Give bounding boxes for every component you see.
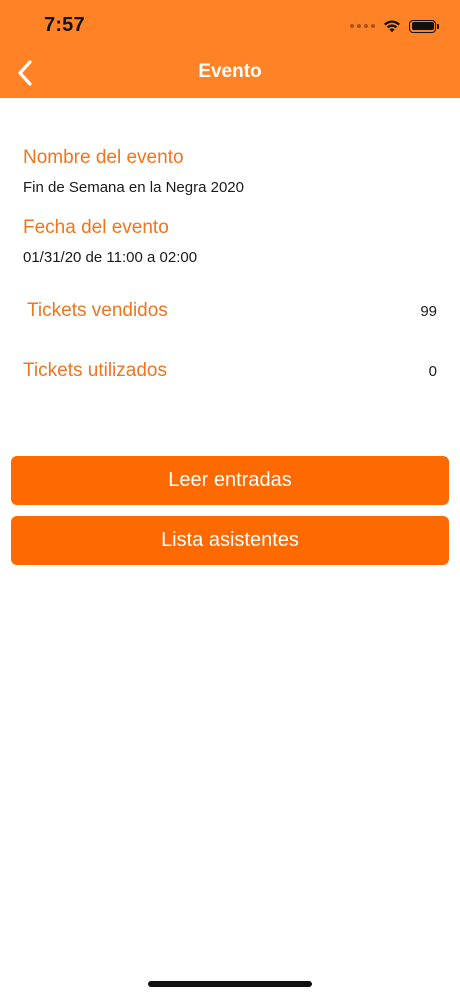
cellular-signal-icon [350, 24, 375, 28]
tickets-sold-count: 99 [420, 303, 437, 320]
event-screen: 7:57 Evento Nombre del evento Fin de Sem… [0, 0, 460, 996]
event-name-value: Fin de Semana en la Negra 2020 [23, 179, 244, 196]
tickets-sold-label: Tickets vendidos [27, 300, 168, 321]
event-date-value: 01/31/20 de 11:00 a 02:00 [23, 249, 198, 266]
home-indicator [148, 981, 312, 987]
status-icons [350, 16, 439, 36]
status-time: 7:57 [44, 14, 85, 36]
tickets-used-label: Tickets utilizados [23, 360, 167, 381]
header-bar: 7:57 Evento [0, 0, 460, 98]
event-date-label: Fecha del evento [23, 217, 169, 238]
tickets-used-count: 0 [428, 363, 437, 380]
page-title: Evento [198, 61, 262, 82]
battery-icon [409, 19, 439, 33]
read-tickets-button[interactable]: Leer entradas [11, 456, 449, 505]
event-name-label: Nombre del evento [23, 147, 184, 168]
attendee-list-button[interactable]: Lista asistentes [11, 516, 449, 565]
wifi-icon [384, 20, 400, 33]
